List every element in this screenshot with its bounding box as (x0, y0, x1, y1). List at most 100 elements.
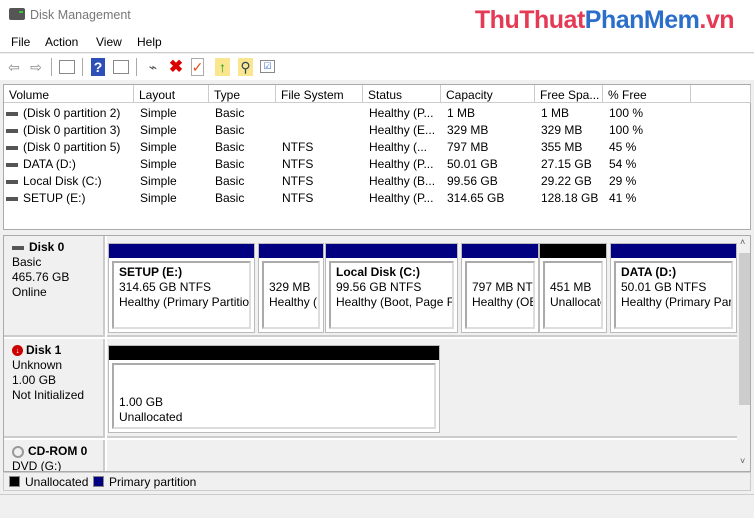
table-row[interactable]: (Disk 0 partition 2) Simple Basic Healthy (… (4, 104, 750, 121)
cell-6: 329 MB (541, 123, 583, 137)
disk-0-partitions: SETUP (E:) 314.65 GB NTFS Healthy (Primary… (107, 236, 737, 337)
partition-block[interactable]: SETUP (E:) 314.65 GB NTFS Healthy (Primary… (108, 243, 255, 333)
cell-6: 29.22 GB (541, 174, 592, 188)
forward-icon[interactable]: ⇨ (27, 58, 45, 76)
partition-details: 451 MB Unallocate (543, 261, 603, 329)
legend-unallocated: Unallocated (25, 475, 89, 489)
disk-0-label[interactable]: Disk 0 Basic 465.76 GB Online (4, 236, 105, 337)
volume-name: DATA (D:) (23, 157, 76, 171)
partition-block[interactable]: 1.00 GB Unallocated (108, 345, 440, 433)
cell-3: NTFS (282, 191, 314, 205)
cell-5: 50.01 GB (447, 157, 498, 171)
window-title: Disk Management (30, 8, 131, 22)
cell-5: 329 MB (447, 123, 489, 137)
cell-5: 314.65 GB (447, 191, 505, 205)
column-header[interactable]: File System (276, 85, 363, 103)
partition-details: 797 MB NTF Healthy (OE (465, 261, 535, 329)
delete-icon[interactable]: ✖ (167, 57, 185, 76)
help-icon[interactable]: ? (91, 58, 105, 76)
cell-volume: DATA (D:) (6, 157, 130, 171)
title-bar: Disk Management ThuThuatPhanMem.vn (0, 0, 754, 34)
cell-1: Simple (140, 123, 177, 137)
cdrom-icon (12, 445, 24, 458)
partition-line1: 50.01 GB NTFS (621, 280, 707, 294)
disk-error-icon: ↓ (12, 345, 23, 357)
cell-2: Basic (215, 157, 245, 171)
column-header[interactable]: Volume (4, 85, 134, 103)
explore-icon[interactable]: ⚲ (238, 58, 253, 76)
menu-help[interactable]: Help (137, 35, 162, 49)
scrollbar-thumb[interactable] (739, 253, 750, 405)
cell-1: Simple (140, 140, 177, 154)
partition-block[interactable]: 797 MB NTF Healthy (OE (461, 243, 539, 333)
open-folder-icon[interactable]: ↑ (215, 58, 230, 76)
menu-view[interactable]: View (96, 35, 122, 49)
cell-4: Healthy (P... (369, 106, 434, 120)
volume-icon (6, 145, 18, 150)
partition-line2: Healthy (Primary Partitio (119, 295, 250, 309)
volume-name: Local Disk (C:) (23, 174, 102, 188)
volume-name: (Disk 0 partition 2) (23, 106, 121, 120)
checklist-icon[interactable]: ☑ (260, 60, 275, 73)
cell-4: Healthy (P... (369, 191, 434, 205)
cell-7: 100 % (609, 106, 644, 120)
partition-title (550, 265, 596, 280)
table-row[interactable]: Local Disk (C:) Simple Basic NTFS Healthy (B… (4, 172, 750, 189)
partition-type-bar (611, 244, 736, 258)
cell-7: 45 % (609, 140, 637, 154)
cell-4: Healthy (E... (369, 123, 436, 137)
table-row[interactable]: (Disk 0 partition 3) Simple Basic Healthy (… (4, 121, 750, 138)
toolbar: ⇦ ⇨ ? ⌁ ✖ ✓ ↑ ⚲ ☑ (0, 54, 754, 80)
cell-1: Simple (140, 106, 177, 120)
partition-block[interactable]: 451 MB Unallocate (539, 243, 607, 333)
column-header[interactable]: Type (209, 85, 276, 103)
back-icon[interactable]: ⇦ (5, 58, 23, 76)
connect-disk-icon[interactable]: ⌁ (144, 58, 162, 76)
disk-1-label[interactable]: ↓ Disk 1 Unknown 1.00 GB Not Initialized (4, 339, 105, 438)
partition-title: Local Disk (C:) (336, 265, 421, 279)
partition-type-bar (462, 244, 538, 258)
cdrom-0-label[interactable]: CD-ROM 0 DVD (G:) (4, 440, 105, 471)
cdrom-0-area (107, 440, 737, 471)
column-header[interactable]: % Free (603, 85, 691, 103)
partition-line2: Healthy (E (269, 295, 320, 309)
column-header[interactable]: Layout (134, 85, 209, 103)
partition-block[interactable]: 329 MB Healthy (E (258, 243, 324, 333)
column-header[interactable]: Capacity (441, 85, 535, 103)
partition-type-bar (109, 244, 254, 258)
partition-type-bar (326, 244, 457, 258)
cell-2: Basic (215, 106, 245, 120)
vertical-scrollbar[interactable]: ˄ ˅ (737, 236, 750, 471)
properties-icon[interactable]: ✓ (191, 58, 204, 76)
partition-type-bar (109, 346, 439, 360)
partition-line1: 314.65 GB NTFS (119, 280, 212, 294)
table-row[interactable]: (Disk 0 partition 5) Simple Basic NTFS Healt… (4, 138, 750, 155)
partition-line1: 797 MB NTF (472, 280, 535, 294)
partition-title: DATA (D:) (621, 265, 677, 279)
cell-6: 1 MB (541, 106, 570, 120)
scroll-down-icon[interactable]: ˅ (740, 456, 745, 466)
disk-icon (12, 245, 24, 250)
console-tree-icon[interactable] (59, 60, 75, 74)
table-row[interactable]: DATA (D:) Simple Basic NTFS Healthy (P... 50.… (4, 155, 750, 172)
action-pane-icon[interactable] (113, 60, 129, 74)
disk-1-partitions: 1.00 GB Unallocated (107, 339, 737, 438)
partition-block[interactable]: Local Disk (C:) 99.56 GB NTFS Healthy (Boo… (325, 243, 458, 333)
partition-details: Local Disk (C:) 99.56 GB NTFS Healthy (Boo… (329, 261, 454, 329)
legend-swatch-primary (93, 476, 104, 487)
volume-name: (Disk 0 partition 5) (23, 140, 121, 154)
partition-details: DATA (D:) 50.01 GB NTFS Healthy (Primary P… (614, 261, 733, 329)
menu-action[interactable]: Action (45, 35, 78, 49)
column-header[interactable]: Free Spa... (535, 85, 603, 103)
partition-line2: Healthy (Boot, Page Fi (336, 295, 454, 309)
volume-name: SETUP (E:) (23, 191, 86, 205)
volume-name: (Disk 0 partition 3) (23, 123, 121, 137)
scroll-up-icon[interactable]: ˄ (740, 237, 745, 247)
column-header[interactable]: Status (363, 85, 441, 103)
partition-block[interactable]: DATA (D:) 50.01 GB NTFS Healthy (Primary P… (610, 243, 737, 333)
partition-title (269, 265, 313, 280)
menu-file[interactable]: File (11, 35, 30, 49)
partition-line1: 99.56 GB NTFS (336, 280, 422, 294)
table-row[interactable]: SETUP (E:) Simple Basic NTFS Healthy (P... 31… (4, 189, 750, 206)
status-bar (0, 494, 754, 518)
